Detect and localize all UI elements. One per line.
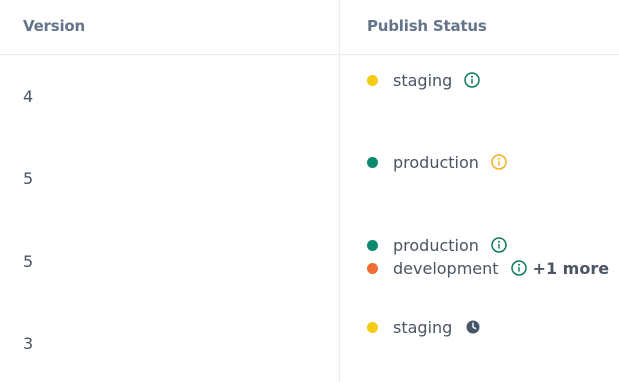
status-entry: staging (367, 69, 481, 91)
environment-label: production (393, 152, 479, 172)
production-status-dot (367, 239, 378, 251)
environment-label: production (393, 235, 479, 255)
status-entry: staging (367, 316, 480, 338)
column-header-version[interactable]: Version (23, 17, 85, 35)
info-icon[interactable] (491, 237, 507, 253)
version-cell: 4 (23, 87, 34, 106)
status-entry: production (367, 151, 507, 173)
version-cell: 5 (23, 169, 34, 188)
environment-label: staging (393, 317, 453, 337)
staging-status-dot (367, 74, 378, 86)
production-status-dot (367, 156, 378, 168)
more-statuses-link[interactable]: +1 more (533, 259, 610, 278)
table-header: Version Publish Status (0, 0, 619, 55)
status-entry: development +1 more (367, 257, 609, 279)
staging-status-dot (367, 321, 378, 333)
info-icon[interactable] (491, 154, 507, 170)
column-header-publish-status[interactable]: Publish Status (367, 17, 487, 35)
development-status-dot (367, 262, 378, 274)
version-cell: 3 (23, 334, 34, 353)
environment-label: staging (393, 70, 453, 90)
info-icon[interactable] (464, 72, 481, 88)
info-icon[interactable] (510, 260, 527, 276)
clock-icon[interactable] (466, 320, 480, 334)
status-entry: production (367, 234, 507, 256)
publish-table: Version Publish Status 4 staging 5 produ… (0, 0, 619, 382)
column-divider (339, 0, 340, 382)
environment-label: development (393, 258, 499, 278)
version-cell: 5 (23, 252, 34, 271)
